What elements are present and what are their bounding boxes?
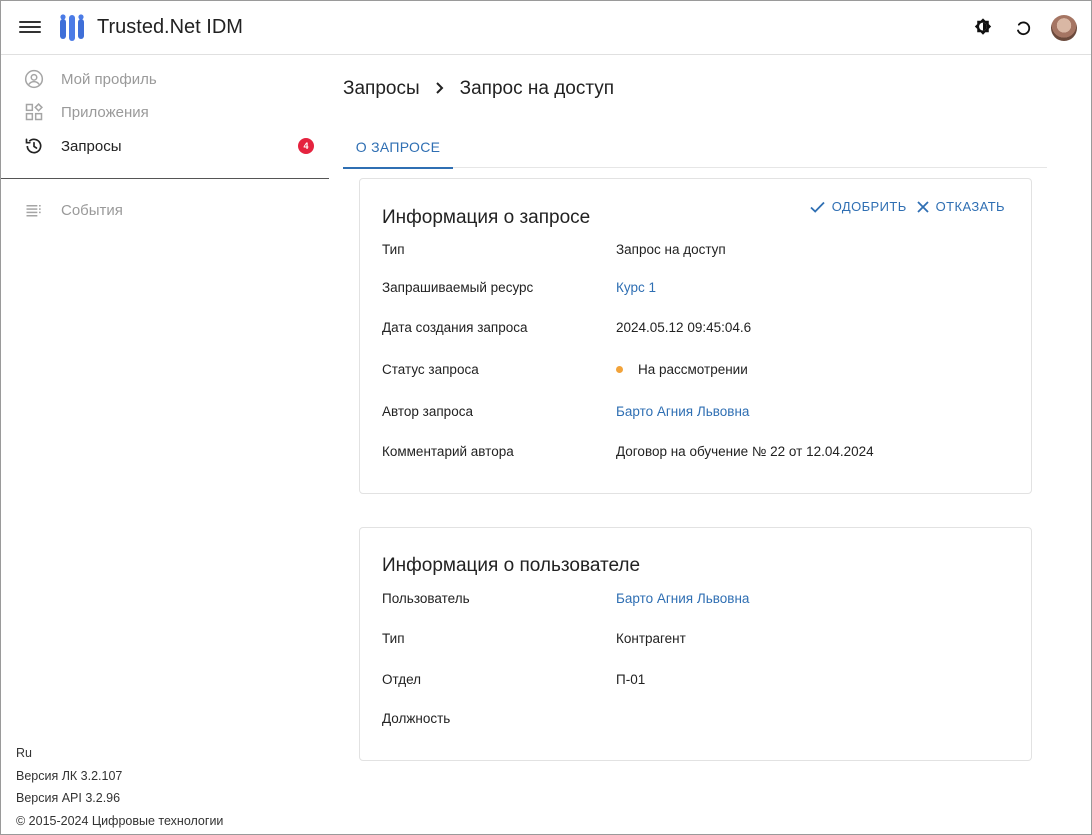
app-title: Trusted.Net IDM bbox=[97, 16, 243, 38]
row-label: Отдел bbox=[382, 672, 422, 687]
row-value: Контрагент bbox=[616, 631, 686, 646]
history-icon bbox=[24, 136, 44, 156]
approve-label: ОДОБРИТЬ bbox=[831, 199, 907, 214]
info-row-type: Тип Запрос на доступ bbox=[382, 242, 1022, 262]
row-value: Запрос на доступ bbox=[616, 242, 726, 257]
reject-button[interactable]: ОТКАЗАТЬ bbox=[917, 199, 1005, 214]
sidebar-item-label: Мой профиль bbox=[61, 70, 157, 88]
info-row-user: Пользователь Барто Агния Львовна bbox=[382, 591, 1022, 611]
row-label: Автор запроса bbox=[382, 404, 473, 419]
account-circle-icon bbox=[24, 69, 44, 89]
tab-label: О ЗАПРОСЕ bbox=[355, 138, 441, 155]
request-info-card: Информация о запросе ОДОБРИТЬ ОТКАЗАТЬ Т… bbox=[359, 178, 1032, 494]
apps-icon bbox=[24, 102, 44, 122]
breadcrumb-current: Запрос на доступ bbox=[459, 78, 615, 99]
resource-link[interactable]: Курс 1 bbox=[616, 280, 656, 295]
author-link[interactable]: Барто Агния Львовна bbox=[616, 404, 749, 419]
info-row-status: Статус запроса На рассмотрении bbox=[382, 362, 1022, 382]
row-value: П-01 bbox=[616, 672, 646, 687]
breadcrumb: Запросы Запрос на доступ bbox=[343, 78, 614, 100]
approve-button[interactable]: ОДОБРИТЬ bbox=[810, 199, 907, 214]
request-actions: ОДОБРИТЬ ОТКАЗАТЬ bbox=[810, 199, 1005, 214]
row-label: Статус запроса bbox=[382, 362, 479, 377]
sidebar-item-events[interactable]: События bbox=[1, 194, 329, 226]
card-title: Информация о запросе bbox=[382, 207, 591, 228]
refresh-icon[interactable] bbox=[1011, 16, 1035, 40]
info-row-created: Дата создания запроса 2024.05.12 09:45:0… bbox=[382, 320, 1022, 340]
sidebar-item-label: Приложения bbox=[61, 103, 149, 121]
copyright: © 2015-2024 Цифровые технологии bbox=[16, 813, 224, 828]
breadcrumb-parent[interactable]: Запросы bbox=[343, 78, 420, 100]
info-row-resource: Запрашиваемый ресурс Курс 1 bbox=[382, 280, 1022, 300]
top-actions bbox=[971, 15, 1077, 41]
app-logo bbox=[60, 14, 84, 41]
reject-label: ОТКАЗАТЬ bbox=[935, 199, 1005, 214]
language-selector[interactable]: Ru bbox=[16, 742, 223, 765]
status-text: На рассмотрении bbox=[638, 362, 748, 377]
sidebar-item-label: Запросы bbox=[61, 137, 122, 155]
row-value: Договор на обучение № 22 от 12.04.2024 bbox=[616, 444, 874, 459]
list-icon bbox=[24, 200, 44, 220]
info-row-department: Отдел П-01 bbox=[382, 672, 1022, 692]
sidebar-divider bbox=[1, 178, 329, 179]
row-label: Должность bbox=[382, 711, 451, 726]
theme-toggle-icon[interactable] bbox=[971, 16, 995, 40]
sidebar-item-profile[interactable]: Мой профиль bbox=[1, 63, 329, 95]
check-icon bbox=[810, 201, 825, 213]
info-row-position: Должность bbox=[382, 711, 1022, 731]
user-link[interactable]: Барто Агния Львовна bbox=[616, 591, 749, 606]
sidebar-item-label: События bbox=[61, 201, 123, 219]
sidebar: Мой профиль Приложения Запросы 4 События… bbox=[1, 56, 329, 834]
menu-icon[interactable] bbox=[19, 18, 41, 38]
info-row-author: Автор запроса Барто Агния Львовна bbox=[382, 404, 1022, 424]
row-label: Тип bbox=[382, 631, 405, 646]
row-label: Тип bbox=[382, 242, 405, 257]
status-value: На рассмотрении bbox=[616, 362, 748, 377]
top-app-bar: Trusted.Net IDM bbox=[1, 1, 1091, 55]
sidebar-item-apps[interactable]: Приложения bbox=[1, 96, 329, 128]
status-dot-icon bbox=[616, 365, 623, 373]
chevron-right-icon bbox=[434, 79, 446, 100]
user-avatar[interactable] bbox=[1051, 15, 1077, 41]
version-lk: Версия ЛК 3.2.107 bbox=[16, 768, 123, 783]
row-label: Комментарий автора bbox=[382, 444, 514, 459]
tab-request-info[interactable]: О ЗАПРОСЕ bbox=[343, 125, 453, 169]
user-info-card: Информация о пользователе Пользователь Б… bbox=[359, 527, 1032, 761]
info-row-user-type: Тип Контрагент bbox=[382, 631, 1022, 651]
row-label: Пользователь bbox=[382, 591, 470, 606]
row-label: Запрашиваемый ресурс bbox=[382, 280, 534, 295]
version-api: Версия API 3.2.96 bbox=[16, 791, 121, 805]
sidebar-footer: Ru Версия ЛК 3.2.107 Версия API 3.2.96 ©… bbox=[16, 742, 223, 832]
row-label: Дата создания запроса bbox=[382, 320, 528, 335]
sidebar-item-requests[interactable]: Запросы 4 bbox=[1, 130, 329, 162]
tab-active-indicator bbox=[343, 167, 453, 169]
info-row-comment: Комментарий автора Договор на обучение №… bbox=[382, 444, 1022, 464]
notification-badge: 4 bbox=[298, 138, 314, 154]
close-icon bbox=[917, 200, 929, 213]
row-value: 2024.05.12 09:45:04.6 bbox=[616, 320, 752, 335]
card-title: Информация о пользователе bbox=[382, 555, 641, 576]
tab-bar: О ЗАПРОСЕ bbox=[343, 125, 1047, 169]
